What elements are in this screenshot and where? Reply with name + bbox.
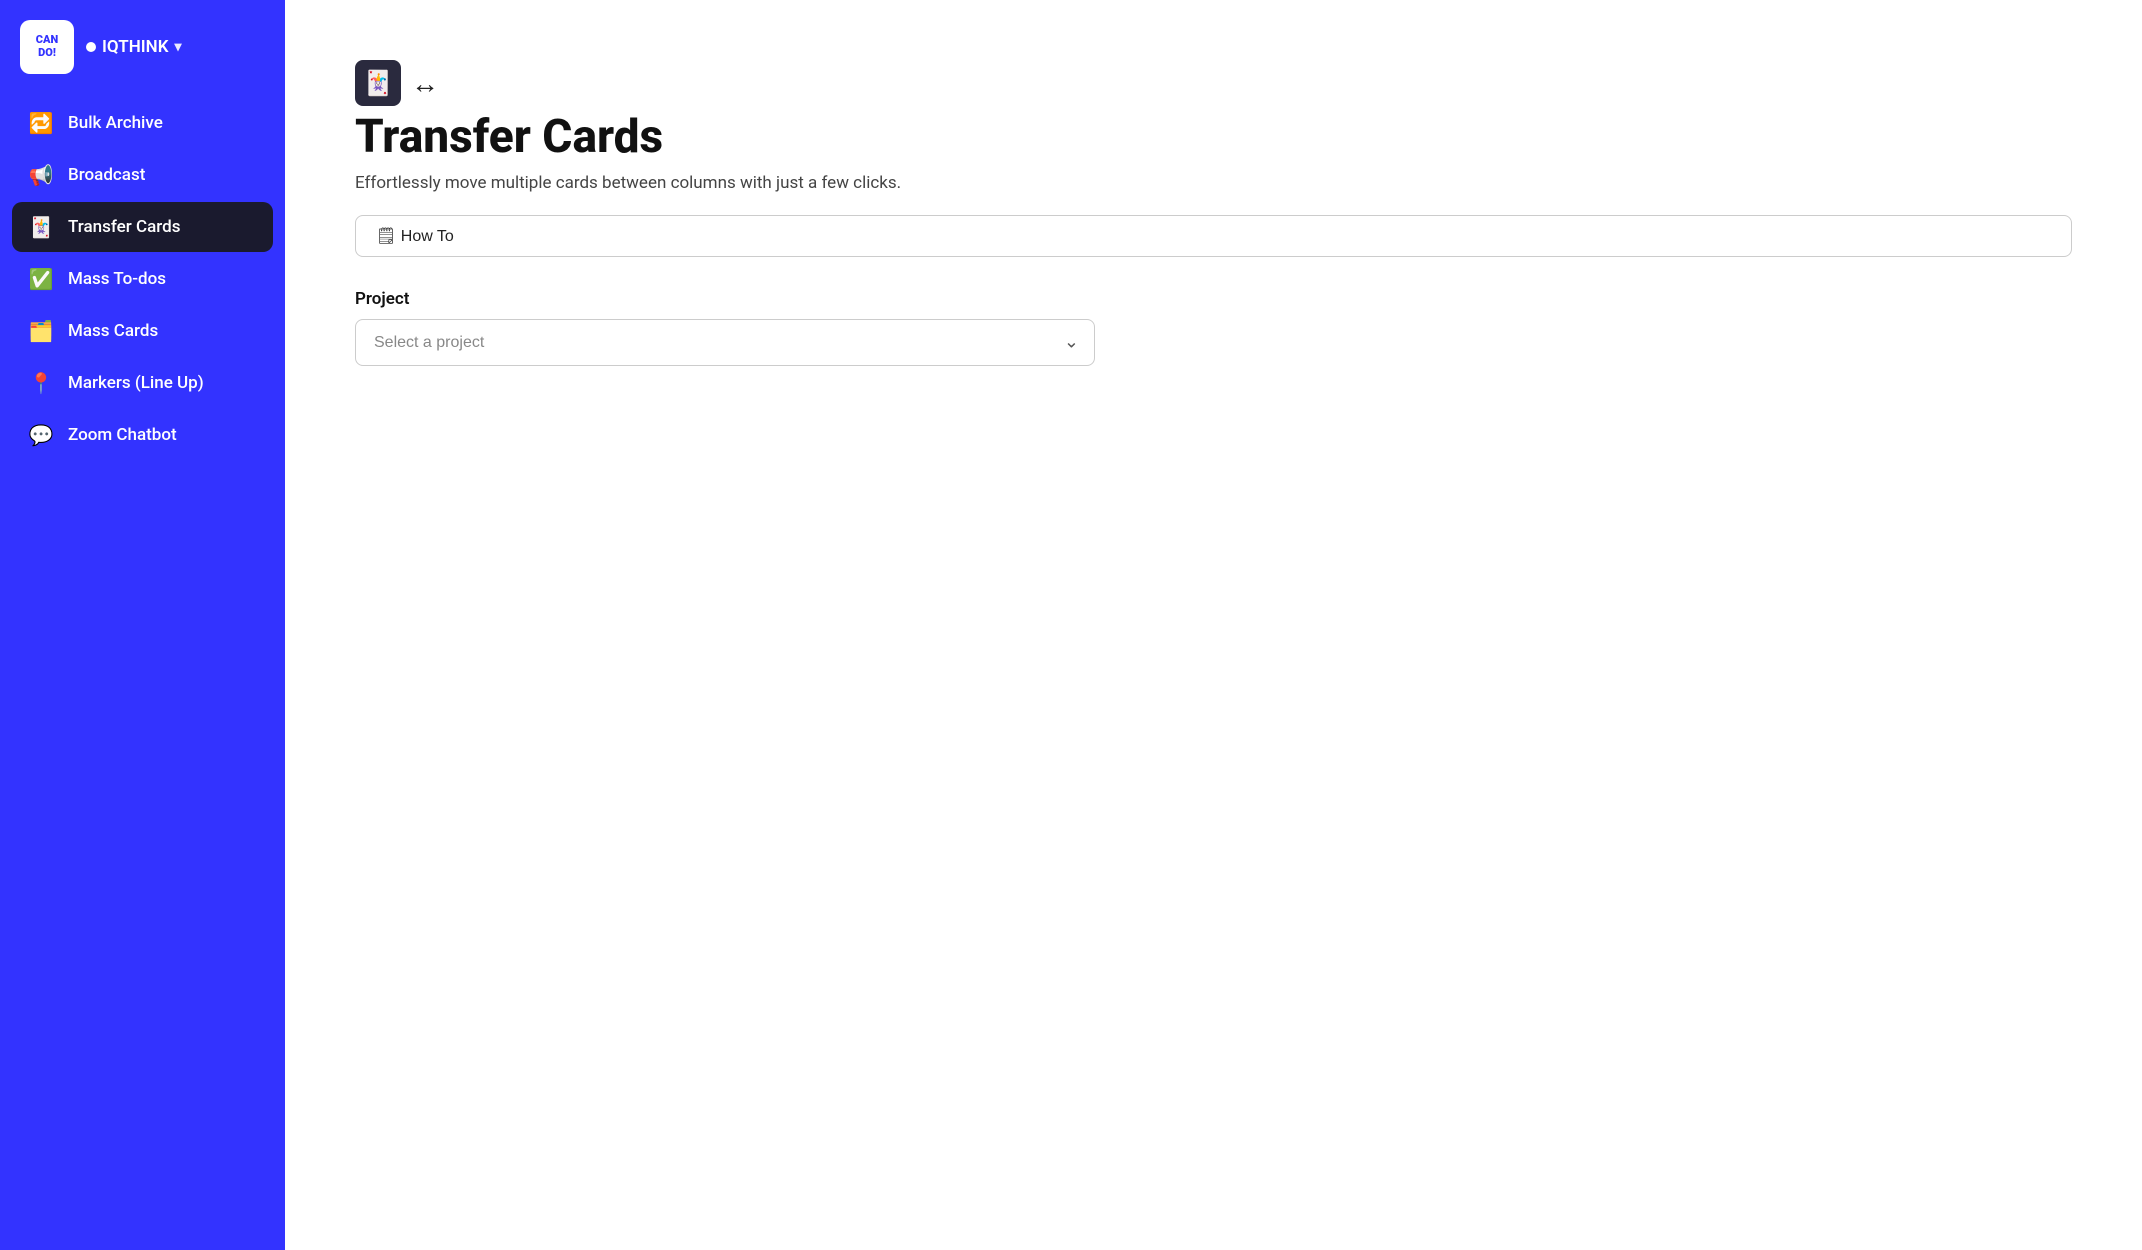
sidebar-nav: 🔁 Bulk Archive 📢 Broadcast 🃏 Transfer Ca… — [0, 98, 285, 460]
sidebar-header: CANDO! IQTHINK ▾ — [0, 0, 285, 98]
mass-todos-icon: ✅ — [28, 267, 54, 291]
page-title: Transfer Cards — [355, 112, 2072, 163]
sidebar-item-label: Zoom Chatbot — [68, 425, 177, 445]
sidebar-item-bulk-archive[interactable]: 🔁 Bulk Archive — [12, 98, 273, 148]
zoom-chatbot-icon: 💬 — [28, 423, 54, 447]
org-selector[interactable]: IQTHINK ▾ — [86, 37, 182, 57]
sidebar-item-label: Transfer Cards — [68, 217, 180, 237]
sidebar-item-markers-lineup[interactable]: 📍 Markers (Line Up) — [12, 358, 273, 408]
markers-icon: 📍 — [28, 371, 54, 395]
sidebar-item-label: Mass Cards — [68, 321, 158, 341]
sidebar-item-label: Bulk Archive — [68, 113, 163, 133]
page-header: 🃏 ↔ Transfer Cards Effortlessly move mul… — [355, 60, 2072, 257]
sidebar-item-mass-cards[interactable]: 🗂️ Mass Cards — [12, 306, 273, 356]
chevron-down-icon: ▾ — [174, 39, 181, 55]
sidebar: CANDO! IQTHINK ▾ 🔁 Bulk Archive 📢 Broadc… — [0, 0, 285, 1250]
sidebar-item-label: Broadcast — [68, 165, 145, 185]
broadcast-icon: 📢 — [28, 163, 54, 187]
sidebar-item-zoom-chatbot[interactable]: 💬 Zoom Chatbot — [12, 410, 273, 460]
project-select-wrapper: Select a project ⌄ — [355, 319, 1095, 366]
sidebar-item-transfer-cards[interactable]: 🃏 Transfer Cards — [12, 202, 273, 252]
sidebar-item-label: Mass To-dos — [68, 269, 166, 289]
sidebar-item-broadcast[interactable]: 📢 Broadcast — [12, 150, 273, 200]
transfer-cards-page-icon: 🃏 — [355, 60, 401, 106]
org-name: IQTHINK — [102, 37, 168, 57]
app-logo: CANDO! — [20, 20, 74, 74]
org-status-dot — [86, 42, 96, 52]
page-subtitle: Effortlessly move multiple cards between… — [355, 173, 2072, 193]
main-content: 🃏 ↔ Transfer Cards Effortlessly move mul… — [285, 0, 2142, 1250]
header-icon-row: 🃏 ↔ — [355, 60, 2072, 106]
mass-cards-icon: 🗂️ — [28, 319, 54, 343]
transfer-cards-icon: 🃏 — [28, 215, 54, 239]
bulk-archive-icon: 🔁 — [28, 111, 54, 135]
how-to-button[interactable]: 🗒 How To — [355, 215, 2072, 257]
project-select[interactable]: Select a project — [355, 319, 1095, 366]
transfer-arrow-icon: ↔ — [411, 67, 439, 100]
sidebar-item-label: Markers (Line Up) — [68, 373, 204, 393]
sidebar-item-mass-todos[interactable]: ✅ Mass To-dos — [12, 254, 273, 304]
project-label: Project — [355, 289, 2072, 309]
card-emoji-icon: 🃏 — [363, 69, 393, 97]
